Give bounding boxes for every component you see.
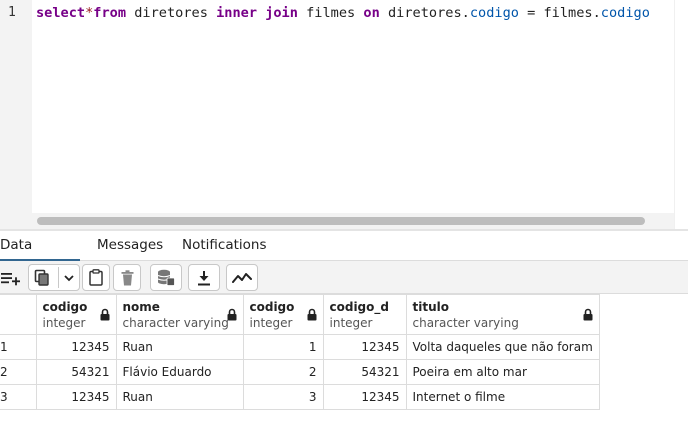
download-button[interactable] <box>188 264 220 291</box>
row-number-header[interactable] <box>0 294 37 335</box>
column-type: character varying <box>412 316 519 330</box>
cell-nome[interactable]: Ruan <box>115 384 244 410</box>
column-header[interactable]: codigo integer <box>242 294 324 335</box>
cell-titulo[interactable]: Internet o filme <box>405 384 600 410</box>
tab-notifications[interactable]: Notifications <box>182 231 268 261</box>
row-number[interactable]: 1 <box>0 334 37 360</box>
split-divider <box>58 267 59 288</box>
cell-codigo[interactable]: 3 <box>242 384 324 410</box>
sql-keyword: select <box>36 5 86 21</box>
add-row-button[interactable] <box>0 264 25 291</box>
row-number[interactable]: 2 <box>0 359 37 385</box>
cell-titulo[interactable]: Volta daqueles que não foram <box>405 334 600 360</box>
sql-identifier: = filmes. <box>518 5 601 21</box>
column-name: codigo_d <box>329 300 389 314</box>
sql-keyword: join <box>265 5 298 21</box>
chevron-down-icon <box>64 274 74 281</box>
delete-icon <box>121 269 133 285</box>
vertical-scrollbar[interactable] <box>674 0 688 229</box>
horizontal-scrollbar[interactable] <box>32 213 674 229</box>
lock-icon <box>307 308 316 321</box>
save-data-icon <box>157 269 175 286</box>
table-row[interactable]: 2 54321 Flávio Eduardo 2 54321 Poeira em… <box>0 359 600 385</box>
horizontal-scrollbar-thumb[interactable] <box>37 217 645 225</box>
results-tabs: Data Output Messages Notifications <box>0 231 688 281</box>
cell-codigo-d[interactable]: 12345 <box>322 334 407 360</box>
paste-button[interactable] <box>82 264 110 291</box>
results-toolbar <box>0 261 688 294</box>
cell-codigo[interactable]: 1 <box>242 334 324 360</box>
copy-icon <box>34 269 49 286</box>
results-grid: codigo integer nome character varying co… <box>0 294 600 410</box>
line-number-gutter: 1 <box>0 0 32 229</box>
cell-codigo[interactable]: 2 <box>242 359 324 385</box>
cell-codigo[interactable]: 12345 <box>35 334 117 360</box>
table-row[interactable]: 1 12345 Ruan 1 12345 Volta daqueles que … <box>0 334 600 360</box>
tab-messages[interactable]: Messages <box>97 231 165 261</box>
cell-titulo[interactable]: Poeira em alto mar <box>405 359 600 385</box>
header-row: codigo integer nome character varying co… <box>0 294 600 335</box>
cell-codigo[interactable]: 54321 <box>35 359 117 385</box>
cell-codigo-d[interactable]: 54321 <box>322 359 407 385</box>
sql-property: codigo <box>600 5 650 21</box>
sql-property: codigo <box>469 5 519 21</box>
save-data-button[interactable] <box>150 264 182 291</box>
lock-icon <box>227 308 236 321</box>
query-editor[interactable]: 1 select*from diretores inner join filme… <box>0 0 688 231</box>
add-row-icon <box>1 272 20 285</box>
copy-button-group[interactable] <box>28 264 80 291</box>
sql-code-line[interactable]: select*from diretores inner join filmes … <box>36 5 674 21</box>
results-table: codigo integer nome character varying co… <box>0 294 600 410</box>
cell-codigo-d[interactable]: 12345 <box>322 384 407 410</box>
paste-icon <box>89 269 103 286</box>
sql-identifier: diretores <box>126 5 217 21</box>
sql-keyword: inner <box>216 5 257 21</box>
lock-icon <box>583 308 593 321</box>
row-number[interactable]: 3 <box>0 384 37 410</box>
column-header[interactable]: titulo character varying <box>405 294 600 335</box>
column-name: titulo <box>412 300 450 314</box>
sql-identifier: filmes <box>297 5 364 21</box>
line-number: 1 <box>8 5 16 20</box>
lock-icon <box>100 308 109 321</box>
table-row[interactable]: 3 12345 Ruan 3 12345 Internet o filme <box>0 384 600 410</box>
cell-nome[interactable]: Flávio Eduardo <box>115 359 244 385</box>
column-type: integer <box>329 316 373 330</box>
sql-keyword: from <box>93 5 127 21</box>
download-icon <box>198 270 210 285</box>
sql-keyword: on <box>363 5 380 21</box>
sql-space <box>257 5 265 21</box>
column-header[interactable]: codigo_d integer <box>322 294 407 335</box>
tab-data-output[interactable]: Data Output <box>0 231 80 281</box>
column-header[interactable]: nome character varying <box>115 294 244 335</box>
graph-visualiser-button[interactable] <box>226 264 258 291</box>
sql-identifier: diretores. <box>379 5 470 21</box>
column-header[interactable]: codigo integer <box>35 294 117 335</box>
cell-codigo[interactable]: 12345 <box>35 384 117 410</box>
delete-button[interactable] <box>113 264 141 291</box>
cell-nome[interactable]: Ruan <box>115 334 244 360</box>
column-name: nome <box>122 300 160 314</box>
column-type: character varying <box>122 316 229 330</box>
graph-visualiser-icon <box>232 272 252 283</box>
